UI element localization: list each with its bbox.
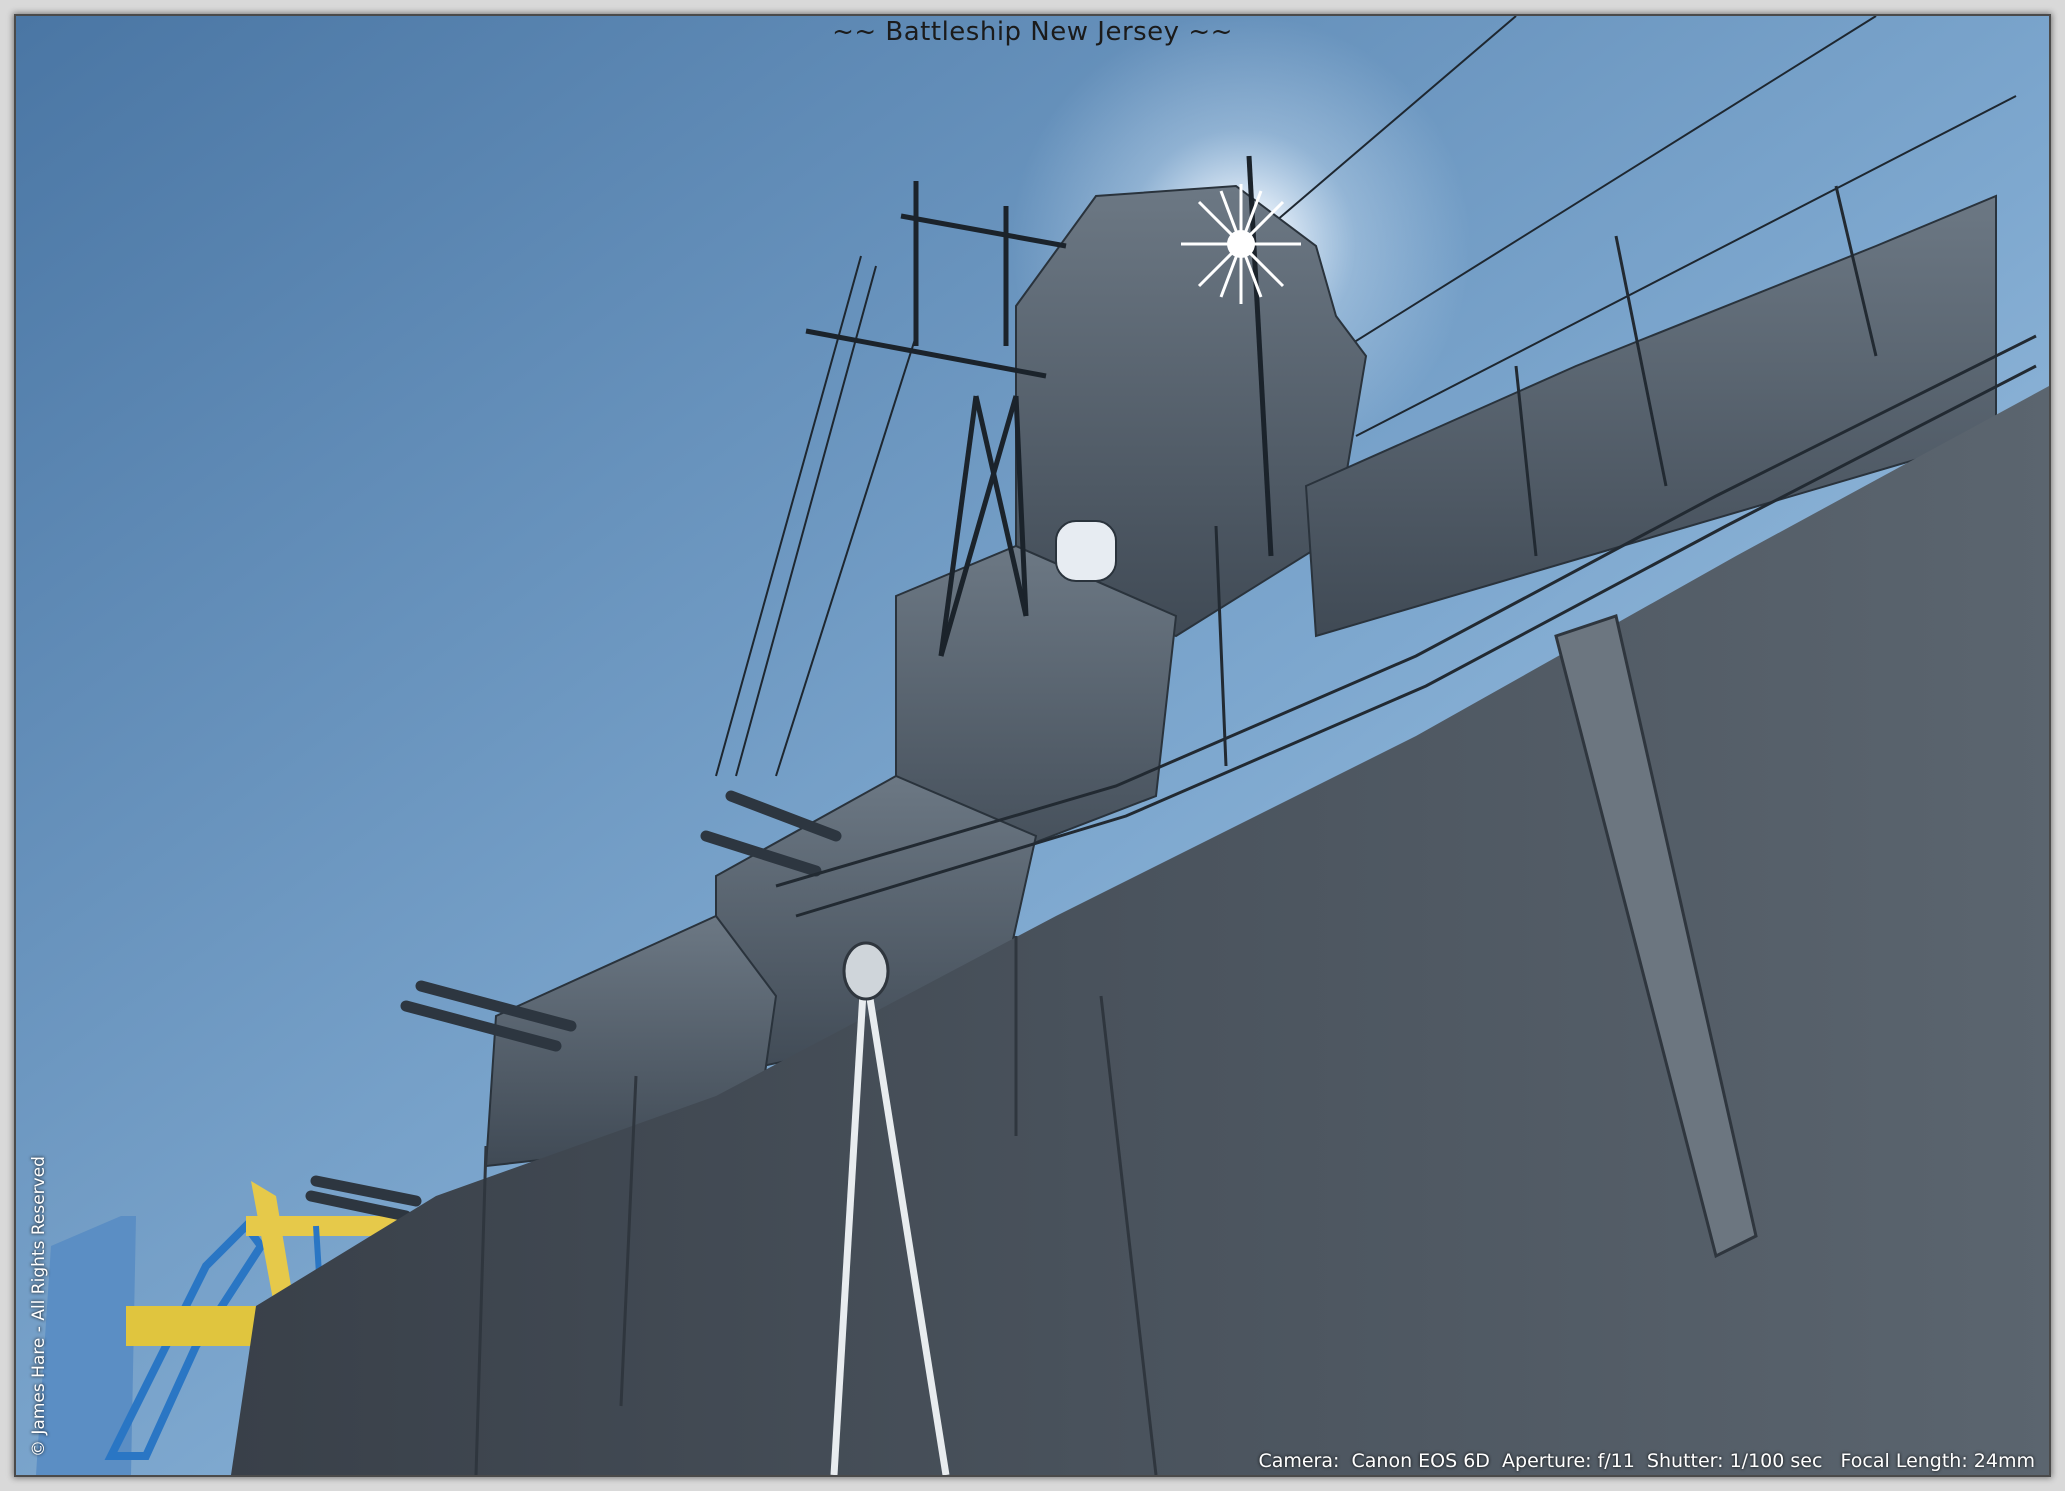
fairlead [842, 941, 890, 1001]
photo-frame: ~~ Battleship New Jersey ~~ Camera: Cano… [0, 0, 2065, 1491]
photo-title: ~~ Battleship New Jersey ~~ [832, 17, 1233, 47]
copyright-notice: © James Hare - All Rights Reserved [29, 1156, 49, 1457]
exif-info: Camera: Canon EOS 6D Aperture: f/11 Shut… [1258, 1450, 2035, 1472]
battleship-scene [16, 16, 2049, 1475]
sun [1227, 230, 1255, 258]
battleship-photo: ~~ Battleship New Jersey ~~ Camera: Cano… [16, 16, 2049, 1475]
